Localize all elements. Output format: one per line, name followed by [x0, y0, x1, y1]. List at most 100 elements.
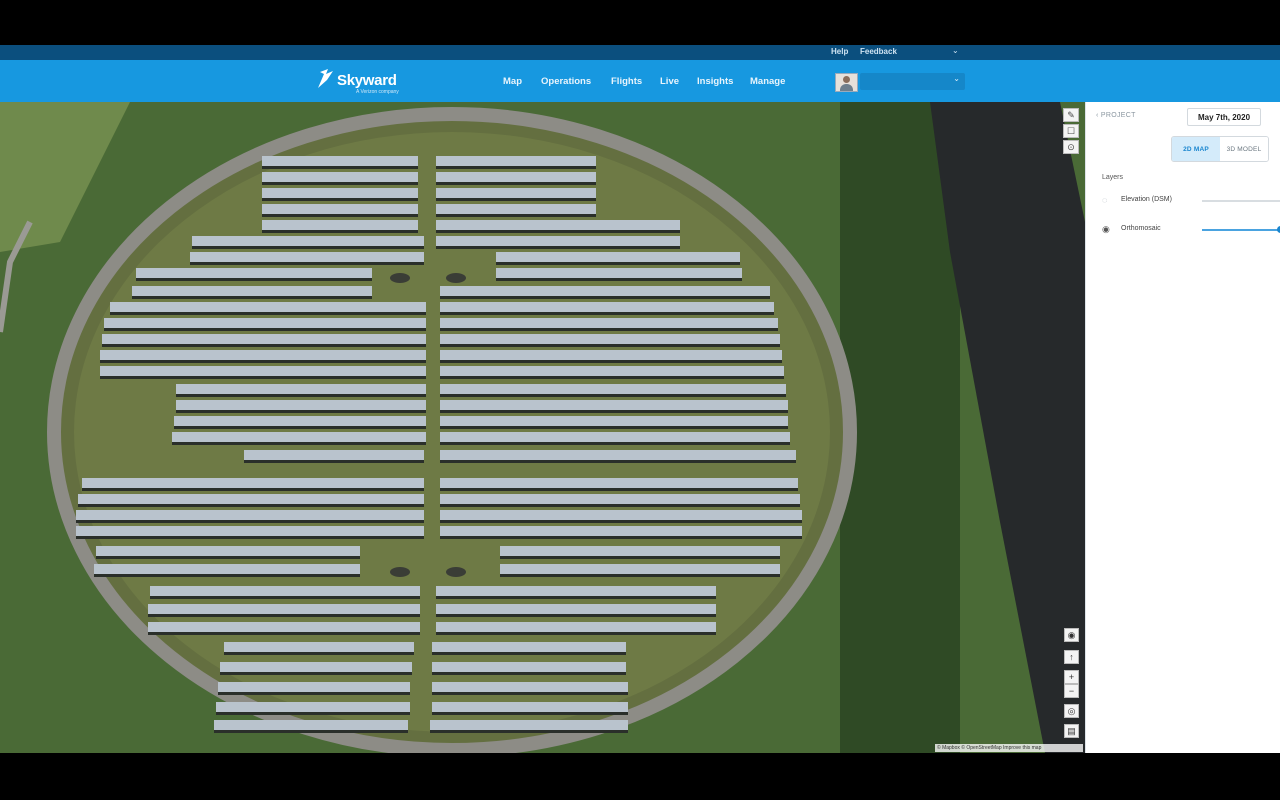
layer-row-elevation: ◌ Elevation (DSM) [1102, 194, 1280, 208]
solar-panel-row [432, 702, 628, 712]
avatar-body [840, 84, 853, 91]
solar-panel-row [440, 432, 790, 442]
nav-operations[interactable]: Operations [541, 76, 591, 87]
map-canvas[interactable] [0, 102, 1085, 753]
solar-panel-row [262, 204, 418, 214]
opacity-slider[interactable] [1202, 200, 1280, 202]
solar-panel-row [148, 604, 420, 614]
pencil-icon[interactable]: ✎ [1063, 108, 1079, 122]
zoom-in-button[interactable]: + [1064, 670, 1079, 684]
inverter-pad [390, 567, 410, 577]
solar-panel-row [436, 156, 596, 166]
solar-panel-row [440, 286, 770, 296]
avatar[interactable] [835, 73, 858, 92]
nav-live[interactable]: Live [660, 76, 679, 87]
solar-panel-row [76, 510, 424, 520]
nav-map[interactable]: Map [503, 76, 522, 87]
eye-icon[interactable]: ◉ [1102, 224, 1110, 235]
map-attribution[interactable]: © Mapbox © OpenStreetMap Improve this ma… [935, 744, 1083, 752]
solar-panel-row [172, 432, 426, 442]
avatar-head [843, 76, 850, 83]
layer-row-orthomosaic: ◉ Orthomosaic [1102, 223, 1280, 237]
solar-panel-row [436, 586, 716, 596]
compass-icon[interactable]: ↑ [1064, 650, 1079, 664]
solar-panel-row [440, 510, 802, 520]
eye-icon[interactable]: ◉ [1064, 628, 1079, 642]
solar-panel-row [496, 268, 742, 278]
solar-panel-row [104, 318, 426, 328]
solar-panel-row [176, 384, 426, 394]
solar-panel-row [96, 546, 360, 556]
solar-panel-row [100, 366, 426, 376]
nav-flights[interactable]: Flights [611, 76, 642, 87]
solar-panel-row [440, 526, 802, 536]
forest-area [840, 102, 960, 753]
feedback-link[interactable]: Feedback [860, 47, 897, 56]
zoom-out-button[interactable]: − [1064, 684, 1079, 698]
solar-panel-row [440, 478, 798, 488]
layer-name: Orthomosaic [1121, 225, 1161, 232]
solar-panel-row [136, 268, 372, 278]
solar-panel-row [440, 366, 784, 376]
inverter-pad [390, 273, 410, 283]
solar-panel-row [432, 662, 626, 672]
solar-panel-row [110, 302, 426, 312]
solar-panel-row [436, 188, 596, 198]
solar-panel-row [262, 172, 418, 182]
solar-panel-row [440, 494, 800, 504]
nav-insights[interactable]: Insights [697, 76, 733, 87]
date-selector[interactable]: May 7th, 2020 [1187, 108, 1261, 126]
opacity-slider[interactable] [1202, 229, 1280, 231]
solar-panel-row [440, 302, 774, 312]
pin-icon[interactable]: ⊙ [1063, 140, 1079, 154]
solar-panel-row [192, 236, 424, 246]
project-panel: ‹ PROJECT May 7th, 2020 2D MAP 3D MODEL … [1085, 102, 1280, 753]
solar-panel-row [82, 478, 424, 488]
solar-panel-row [262, 156, 418, 166]
solar-panel-row [132, 286, 372, 296]
nav-manage[interactable]: Manage [750, 76, 785, 87]
solar-panel-row [224, 642, 414, 652]
solar-panel-row [500, 564, 780, 574]
orthomosaic-layer [0, 102, 1085, 753]
solar-panel-row [430, 720, 628, 730]
brand-name: Skyward [337, 72, 397, 89]
account-select[interactable]: ⌄ [860, 73, 965, 90]
solar-panel-row [436, 172, 596, 182]
brand-tagline: A Verizon company [356, 89, 399, 95]
inverter-pad [446, 273, 466, 283]
solar-panel-row [78, 494, 424, 504]
skyward-logo[interactable]: Skyward A Verizon company [316, 68, 406, 96]
eye-off-icon[interactable]: ◌ [1102, 195, 1107, 205]
solar-panel-row [440, 350, 782, 360]
help-link[interactable]: Help [831, 47, 848, 56]
solar-panel-row [432, 642, 626, 652]
solar-panel-row [440, 450, 796, 460]
solar-panel-row [220, 662, 412, 672]
solar-panel-row [190, 252, 424, 262]
chevron-down-icon[interactable]: ⌄ [952, 46, 959, 55]
skyward-bird-icon [318, 69, 333, 88]
solar-panel-row [436, 204, 596, 214]
solar-panel-row [244, 450, 424, 460]
solar-panel-row [436, 236, 680, 246]
solar-panel-row [500, 546, 780, 556]
chevron-down-icon: ⌄ [953, 74, 960, 83]
solar-panel-row [440, 384, 786, 394]
solar-panel-row [496, 252, 740, 262]
utility-bar: Help Feedback ⌄ [0, 45, 1280, 60]
solar-panel-row [432, 682, 628, 692]
solar-panel-row [148, 622, 420, 632]
solar-panel-row [440, 400, 788, 410]
3d-model-button[interactable]: 3D MODEL [1220, 137, 1268, 161]
letterbox-top [0, 0, 1280, 45]
solar-panel-row [76, 526, 424, 536]
solar-panel-row [436, 604, 716, 614]
layers-icon[interactable]: ▤ [1064, 724, 1079, 738]
square-select-icon[interactable]: ☐ [1063, 124, 1079, 138]
solar-panel-row [102, 334, 426, 344]
locate-icon[interactable]: ◎ [1064, 704, 1079, 718]
solar-panel-row [436, 622, 716, 632]
back-to-project-link[interactable]: ‹ PROJECT [1096, 112, 1136, 119]
2d-map-button[interactable]: 2D MAP [1172, 137, 1220, 161]
